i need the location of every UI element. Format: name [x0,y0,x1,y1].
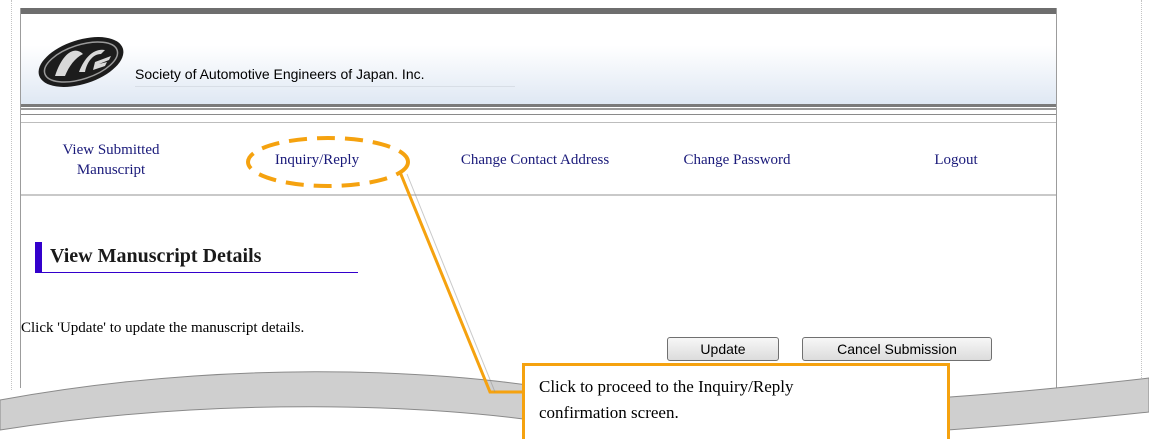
annotation-callout: Click to proceed to the Inquiry/Reply co… [522,363,950,439]
callout-line1: Click to proceed to the Inquiry/Reply [539,377,794,396]
callout-line2: confirmation screen. [539,403,679,422]
